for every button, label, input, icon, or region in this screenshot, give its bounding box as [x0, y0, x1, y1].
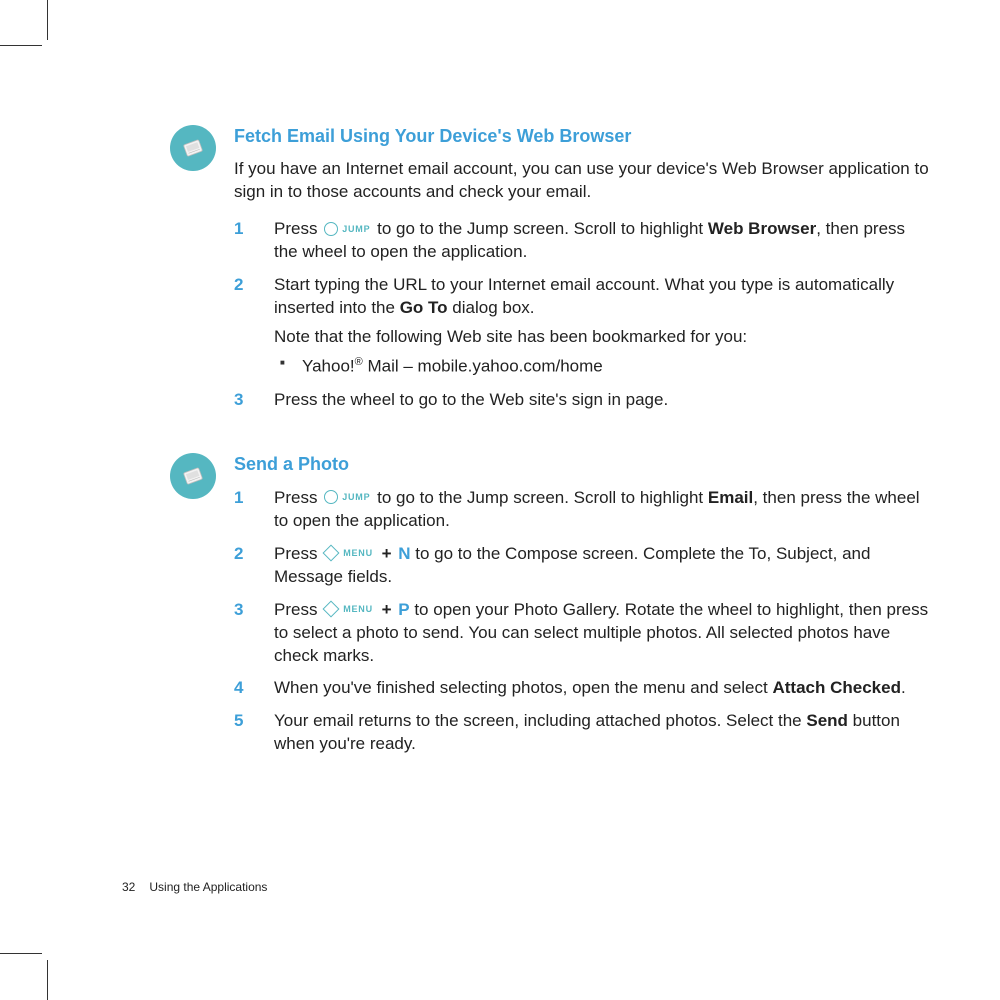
bold-term: Go To	[400, 298, 448, 317]
section-intro: If you have an Internet email account, y…	[234, 158, 930, 204]
bold-term: Web Browser	[708, 219, 816, 238]
step-text: to go to the Jump screen. Scroll to high…	[372, 219, 707, 238]
bold-term: Attach Checked	[772, 678, 900, 697]
crop-mark	[47, 960, 48, 1000]
step-number: 5	[234, 710, 243, 733]
registered-mark: ®	[355, 356, 363, 368]
bold-term: Email	[708, 488, 753, 507]
email-device-icon	[170, 453, 216, 499]
step-number: 3	[234, 389, 243, 412]
step-1: 1 Press JUMP to go to the Jump screen. S…	[234, 218, 930, 264]
step-text: Press	[274, 600, 322, 619]
step-text: .	[901, 678, 906, 697]
step-number: 2	[234, 543, 243, 566]
step-text: Press the wheel to go to the Web site's …	[274, 390, 668, 409]
step-note: Note that the following Web site has bee…	[274, 326, 930, 349]
step-3: 3 Press the wheel to go to the Web site'…	[234, 389, 930, 412]
step-5: 5 Your email returns to the screen, incl…	[234, 710, 930, 756]
hotkey-p: P	[398, 600, 409, 619]
step-text: Start typing the URL to your Internet em…	[274, 275, 894, 317]
crop-mark	[0, 45, 42, 46]
section-send-photo: Send a Photo 1 Press JUMP to go to the J…	[170, 453, 930, 756]
step-text: Your email returns to the screen, includ…	[274, 711, 806, 730]
page-number: 32	[122, 880, 135, 894]
step-text: to go to the Jump screen. Scroll to high…	[372, 488, 707, 507]
bold-term: Send	[806, 711, 848, 730]
step-4: 4 When you've finished selecting photos,…	[234, 677, 930, 700]
plus: +	[377, 544, 396, 563]
step-number: 3	[234, 599, 243, 622]
step-text: Press	[274, 544, 322, 563]
step-text: dialog box.	[448, 298, 535, 317]
jump-key-icon: JUMP	[324, 490, 370, 504]
email-device-icon	[170, 125, 216, 171]
step-2: 2 Press MENU + N to go to the Compose sc…	[234, 543, 930, 589]
section-fetch-email: Fetch Email Using Your Device's Web Brow…	[170, 125, 930, 411]
step-text: Press	[274, 488, 322, 507]
step-text: When you've finished selecting photos, o…	[274, 678, 772, 697]
menu-key-icon: MENU	[324, 603, 373, 615]
chapter-title: Using the Applications	[149, 880, 267, 894]
menu-key-icon: MENU	[324, 547, 373, 559]
section-title: Send a Photo	[234, 453, 930, 476]
crop-mark	[0, 953, 42, 954]
page-footer: 32 Using the Applications	[122, 880, 267, 894]
step-1: 1 Press JUMP to go to the Jump screen. S…	[234, 487, 930, 533]
bookmark-item: Yahoo!® Mail – mobile.yahoo.com/home	[274, 355, 930, 379]
section-title: Fetch Email Using Your Device's Web Brow…	[234, 125, 930, 148]
step-number: 1	[234, 487, 243, 510]
steps-list: 1 Press JUMP to go to the Jump screen. S…	[234, 218, 930, 411]
steps-list: 1 Press JUMP to go to the Jump screen. S…	[234, 487, 930, 756]
step-3: 3 Press MENU + P to open your Photo Gall…	[234, 599, 930, 668]
step-number: 2	[234, 274, 243, 297]
jump-key-icon: JUMP	[324, 222, 370, 236]
step-number: 1	[234, 218, 243, 241]
hotkey-n: N	[398, 544, 410, 563]
step-number: 4	[234, 677, 243, 700]
step-2: 2 Start typing the URL to your Internet …	[234, 274, 930, 378]
page-content: Fetch Email Using Your Device's Web Brow…	[170, 125, 930, 798]
crop-mark	[47, 0, 48, 40]
bookmark-list: Yahoo!® Mail – mobile.yahoo.com/home	[274, 355, 930, 379]
step-text: Press	[274, 219, 322, 238]
plus: +	[377, 600, 396, 619]
